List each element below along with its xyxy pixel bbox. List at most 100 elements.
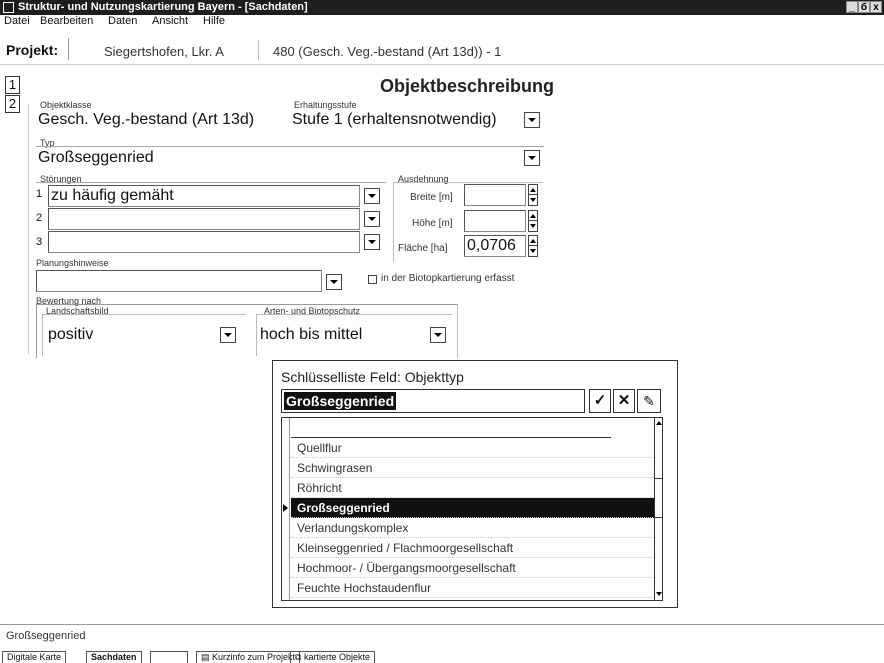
- artenschutz-field[interactable]: hoch bis mittel: [258, 325, 424, 347]
- typ-dropdown[interactable]: [524, 150, 540, 166]
- chevron-down-icon: [330, 280, 338, 284]
- stoerungen-line: [36, 182, 386, 183]
- scroll-thumb[interactable]: [655, 478, 662, 518]
- list-rows: Quellflur Schwingrasen Röhricht Großsegg…: [291, 418, 655, 600]
- tab-empty[interactable]: [150, 651, 188, 663]
- form-border: [28, 104, 33, 354]
- separator: [0, 64, 884, 65]
- edit-pen-icon: ✎: [643, 393, 655, 409]
- divider: [68, 38, 69, 60]
- erhaltungsstufe-label: Erhaltungsstufe: [294, 100, 357, 110]
- tab-kurzinfo-label: Kurzinfo zum Projekt: [212, 652, 296, 662]
- page-title: Objektbeschreibung: [380, 76, 555, 96]
- breite-field[interactable]: [464, 184, 526, 206]
- lookup-list[interactable]: Quellflur Schwingrasen Röhricht Großsegg…: [281, 417, 663, 601]
- tab-sachdaten[interactable]: Sachdaten: [86, 651, 142, 663]
- list-item-schwingrasen[interactable]: Schwingrasen: [291, 458, 655, 478]
- restore-button[interactable]: б: [858, 1, 870, 13]
- scroll-up-icon[interactable]: [656, 421, 662, 425]
- list-item-empty[interactable]: [291, 418, 611, 438]
- stoerung-1-number: 1: [36, 188, 43, 200]
- list-item-roehricht[interactable]: Röhricht: [291, 478, 655, 498]
- list-scrollbar[interactable]: [654, 418, 662, 600]
- current-row-pointer-icon: [283, 504, 288, 512]
- stoerung-2-number: 2: [36, 212, 43, 224]
- divider: [258, 40, 259, 60]
- stoerung-3-dropdown[interactable]: [364, 234, 380, 250]
- title-bar: Struktur- und Nutzungskartierung Bayern …: [0, 0, 884, 15]
- list-item-hochstaudenflur[interactable]: Feuchte Hochstaudenflur: [291, 578, 655, 598]
- project-info: 480 (Gesch. Veg.-bestand (Art 13d)) - 1: [273, 44, 502, 59]
- typ-line: [36, 146, 544, 147]
- menu-hilfe[interactable]: Hilfe: [203, 15, 225, 27]
- document-icon: ▤: [201, 652, 213, 662]
- landschaftsbild-dropdown[interactable]: [220, 327, 236, 343]
- stoerung-1-dropdown[interactable]: [364, 188, 380, 204]
- menu-daten[interactable]: Daten: [108, 15, 137, 27]
- menu-bearbeiten[interactable]: Bearbeiten: [40, 15, 93, 27]
- objects-icon: ⧉: [295, 652, 304, 662]
- hoehe-field[interactable]: [464, 210, 526, 232]
- list-item-verlandungskomplex[interactable]: Verlandungskomplex: [291, 518, 655, 538]
- stoerung-1-field[interactable]: zu häufig gemäht: [48, 185, 360, 207]
- app-icon: [3, 2, 14, 13]
- artenschutz-dropdown[interactable]: [430, 327, 446, 343]
- typ-field[interactable]: Großseggenried: [36, 148, 516, 170]
- lookup-title: Schlüsselliste Feld: Objekttyp: [281, 369, 464, 385]
- spin-down-icon: [530, 198, 536, 202]
- spin-up-icon: [530, 238, 536, 243]
- objektklasse-field: Gesch. Veg.-bestand (Art 13d): [38, 111, 255, 128]
- page-2-button[interactable]: 2: [5, 95, 20, 113]
- tab-digitale-karte[interactable]: Digitale Karte: [2, 651, 67, 663]
- menu-ansicht[interactable]: Ansicht: [152, 15, 188, 27]
- list-item-kleinseggenried[interactable]: Kleinseggenried / Flachmoorgesellschaft: [291, 538, 655, 558]
- tab-kurzinfo[interactable]: ▤ Kurzinfo zum Projekt: [196, 651, 301, 663]
- list-item-grossseggenried[interactable]: Großseggenried: [291, 498, 655, 518]
- window-title: Struktur- und Nutzungskartierung Bayern …: [18, 1, 308, 13]
- hoehe-spinner[interactable]: [528, 210, 538, 232]
- statusbar-separator: [0, 624, 884, 625]
- chevron-down-icon: [434, 333, 442, 337]
- spin-down-icon: [530, 249, 536, 253]
- erhaltungsstufe-dropdown[interactable]: [524, 112, 540, 128]
- lookup-search-input[interactable]: Großseggenried: [281, 389, 585, 413]
- stoerung-2-dropdown[interactable]: [364, 211, 380, 227]
- breite-label: Breite [m]: [410, 192, 453, 203]
- breite-spinner[interactable]: [528, 184, 538, 206]
- list-item-hochmoor[interactable]: Hochmoor- / Übergangsmoorgesellschaft: [291, 558, 655, 578]
- biotop-checkbox-label: in der Biotopkartierung erfasst: [381, 273, 515, 284]
- stoerung-3-field[interactable]: [48, 231, 360, 253]
- project-name: Siegertshofen, Lkr. A: [104, 44, 224, 59]
- landschaftsbild-field[interactable]: positiv: [46, 325, 216, 347]
- lookup-search-value: Großseggenried: [284, 392, 397, 410]
- flaeche-spinner[interactable]: [528, 235, 538, 257]
- erhaltungsstufe-field[interactable]: Stufe 1 (erhaltensnotwendig): [290, 110, 518, 134]
- chevron-down-icon: [528, 156, 536, 160]
- menu-bar: Datei Bearbeiten Daten Ansicht Hilfe: [0, 15, 884, 30]
- status-text: Großseggenried: [6, 630, 86, 642]
- objektklasse-label: Objektklasse: [40, 100, 92, 110]
- check-icon: ✓: [593, 392, 607, 409]
- hoehe-label: Höhe [m]: [412, 218, 453, 229]
- planung-dropdown[interactable]: [326, 274, 342, 290]
- stoerung-2-field[interactable]: [48, 208, 360, 230]
- edit-button[interactable]: ✎: [637, 389, 661, 413]
- biotop-checkbox[interactable]: [368, 275, 377, 284]
- flaeche-field[interactable]: 0,0706: [464, 235, 526, 257]
- scroll-down-icon[interactable]: [656, 592, 662, 596]
- lookup-dialog: Schlüsselliste Feld: Objekttyp Großsegge…: [272, 360, 678, 608]
- minimize-button[interactable]: _: [846, 1, 858, 13]
- chevron-down-icon: [368, 194, 376, 198]
- confirm-button[interactable]: ✓: [589, 389, 611, 413]
- tab-kartierte-objekte[interactable]: ⧉ kartierte Objekte: [290, 651, 375, 663]
- flaeche-label: Fläche [ha]: [398, 243, 448, 254]
- list-item-quellflur[interactable]: Quellflur: [291, 438, 655, 458]
- page-1-button[interactable]: 1: [5, 76, 20, 94]
- menu-datei[interactable]: Datei: [4, 15, 30, 27]
- chevron-down-icon: [368, 240, 376, 244]
- close-button[interactable]: x: [870, 1, 882, 13]
- tab-kartierte-objekte-label: kartierte Objekte: [303, 652, 370, 662]
- cancel-button[interactable]: ✕: [613, 389, 635, 413]
- project-label: Projekt:: [6, 42, 59, 58]
- planung-field[interactable]: [36, 270, 322, 292]
